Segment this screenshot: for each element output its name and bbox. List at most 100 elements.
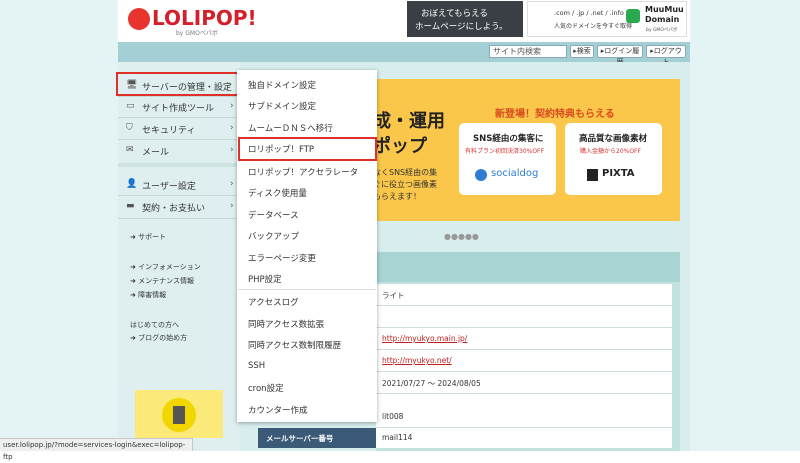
- menu-item-accelerator[interactable]: ロリポップ！アクセラレータ: [248, 166, 358, 178]
- promo-badge: 新登場！契約特典もらえる: [495, 109, 615, 120]
- server-icon: 🖥: [126, 80, 138, 90]
- monitor-icon: ▭: [126, 101, 135, 111]
- card-title: 高品質な画像素材: [579, 134, 648, 144]
- menu-item-ssh[interactable]: SSH: [248, 361, 265, 371]
- table-row: http://myukyo.net/: [376, 350, 672, 372]
- chevron-right-icon: ›: [230, 101, 234, 111]
- table-row: http://myukyo.main.jp/: [376, 328, 672, 350]
- carousel-dots[interactable]: ●●●●●: [444, 232, 479, 241]
- table-row: 2021/07/27 ～ 2024/08/05: [376, 372, 672, 394]
- divider: [118, 195, 240, 196]
- menu-item-access-log[interactable]: アクセスログ: [248, 296, 299, 308]
- sidebar-item-label: 契約・お支払い: [142, 204, 206, 214]
- section-heading-beginners: はじめての方へ: [130, 321, 179, 329]
- chevron-right-icon: ›: [230, 201, 234, 211]
- banner2-line2: 人気のドメインを今すぐ取得: [554, 23, 633, 30]
- panel-header: [376, 252, 680, 282]
- muumuu-brand1: MuuMuu: [645, 5, 684, 14]
- building-shape: [173, 406, 185, 424]
- menu-item-concurrent-extend[interactable]: 同時アクセス数拡張: [248, 318, 324, 330]
- card-brand: socialdog: [491, 168, 539, 179]
- sidebar-item-security[interactable]: ⛉ セキュリティ ›: [118, 119, 236, 139]
- pixta-logo-icon: [587, 169, 598, 181]
- menu-divider: [238, 289, 376, 290]
- sidebar-item-label: サーバーの管理・設定: [142, 83, 232, 93]
- muumuu-brand2: Domain: [645, 15, 680, 24]
- sidebar-item-site-tools[interactable]: ▭ サイト作成ツール ›: [118, 97, 236, 117]
- socialdog-logo-icon: [475, 169, 487, 181]
- domain-link[interactable]: http://myukyo.net/: [382, 356, 452, 365]
- login-history-button[interactable]: ▸ログイン履歴: [597, 45, 643, 66]
- divider: [118, 117, 240, 118]
- menu-item-domain-settings[interactable]: 独自ドメイン設定: [248, 79, 316, 91]
- sidebar-item-label: セキュリティ: [142, 126, 196, 136]
- menu-item-counter[interactable]: カウンター作成: [248, 404, 308, 416]
- link-label: インフォメーション: [138, 263, 201, 271]
- sidebar-item-billing[interactable]: ▬ 契約・お支払い ›: [118, 197, 236, 217]
- card-subtitle: 購入金額から20%OFF: [580, 148, 641, 155]
- promo-card-pixta[interactable]: 高品質な画像素材 購入金額から20%OFF PIXTA: [565, 123, 662, 195]
- menu-item-cron[interactable]: cron設定: [248, 382, 284, 394]
- divider: [118, 218, 240, 219]
- menu-item-disk-usage[interactable]: ディスク使用量: [248, 187, 307, 199]
- link-support[interactable]: ➜ サポート: [130, 232, 166, 242]
- mail-icon: ✉: [126, 145, 134, 155]
- page-margin-right: [690, 0, 800, 451]
- sidebar-item-mail[interactable]: ✉ メール ›: [118, 141, 236, 161]
- table-row: [376, 306, 672, 328]
- menu-item-subdomain-settings[interactable]: サブドメイン設定: [248, 100, 316, 112]
- sidebar-item-label: ユーザー設定: [142, 182, 196, 192]
- link-label: ブログの始め方: [138, 334, 188, 342]
- lolipop-logo[interactable]: LOLIPOP!: [152, 6, 257, 30]
- muumuu-logo-icon: [626, 9, 640, 23]
- divider: [118, 139, 240, 140]
- menu-item-php-settings[interactable]: PHP設定: [248, 273, 282, 285]
- banner-line2: ホームページにしよう。: [415, 22, 508, 32]
- label-text: メールサーバー番号: [266, 434, 334, 443]
- promo-card-socialdog[interactable]: SNS経由の集客に 有料プラン初回決済30%OFF socialdog: [459, 123, 556, 195]
- divider: [118, 163, 240, 167]
- menu-item-lolipop-ftp[interactable]: ロリポップ！FTP: [248, 143, 314, 155]
- search-button[interactable]: ▸検索: [570, 45, 594, 58]
- cell-value: ライト: [382, 291, 405, 300]
- menu-item-muumuu-dns[interactable]: ムームーＤＮＳへ移行: [248, 122, 333, 134]
- promo-body3: もらえます！: [373, 192, 421, 201]
- ad-banner-muumuu[interactable]: .com / .jp / .net / .info 人気のドメインを今すぐ取得 …: [527, 1, 687, 37]
- menu-item-backup[interactable]: バックアップ: [248, 230, 299, 242]
- card-subtitle: 有料プラン初回決済30%OFF: [465, 148, 544, 155]
- link-maintenance[interactable]: ➜ メンテナンス情報: [130, 276, 194, 286]
- ad-banner-homepage[interactable]: おぼえてもらえる ホームページにしよう。: [407, 1, 523, 37]
- menu-item-database[interactable]: データベース: [248, 209, 299, 221]
- logo-subtitle: by GMOペパボ: [176, 30, 218, 37]
- muumuu-brand-sub: by GMOペパボ: [646, 28, 678, 33]
- lolipop-logo-icon[interactable]: [128, 8, 150, 30]
- chevron-right-icon: ›: [230, 179, 234, 189]
- mail-server-value: mail114: [376, 428, 672, 448]
- site-search-input[interactable]: サイト内検索: [489, 45, 567, 58]
- building-icon: [162, 398, 196, 432]
- link-label: メンテナンス情報: [138, 277, 194, 285]
- link-information[interactable]: ➜ インフォメーション: [130, 262, 201, 272]
- menu-item-error-page[interactable]: エラーページ変更: [248, 252, 316, 264]
- logout-button[interactable]: ▸ログアウト: [646, 45, 686, 66]
- table-row: ライト: [376, 284, 672, 306]
- sidebar-item-server-settings[interactable]: 🖥 サーバーの管理・設定 ›: [116, 72, 240, 96]
- banner-line1: おぼえてもらえる: [421, 9, 488, 19]
- link-blog-guide[interactable]: ➜ ブログの始め方: [130, 333, 187, 343]
- browser-status-url: user.lolipop.jp/?mode=services-login&exe…: [0, 438, 193, 461]
- promo-headline2: ポップ: [373, 136, 427, 157]
- chevron-right-icon: ›: [230, 145, 234, 155]
- link-label: サポート: [138, 233, 167, 241]
- mail-server-label: メールサーバー番号: [258, 428, 376, 448]
- sidebar-item-user-settings[interactable]: 👤 ユーザー設定 ›: [118, 175, 236, 195]
- menu-item-concurrent-history[interactable]: 同時アクセス数制限履歴: [248, 339, 341, 351]
- promo-headline1: 成・運用: [373, 111, 445, 132]
- primary-domain-link[interactable]: http://myukyo.main.jp/: [382, 334, 467, 343]
- shield-icon: ⛉: [126, 123, 133, 133]
- promo-body2: ぐに役立つ画像素: [373, 180, 437, 189]
- card-brand: PIXTA: [602, 168, 635, 179]
- table-row: lit008: [376, 406, 672, 428]
- sidebar-item-label: サイト作成ツール: [142, 104, 215, 114]
- link-label: 障害情報: [138, 291, 167, 299]
- link-outage[interactable]: ➜ 障害情報: [130, 290, 166, 300]
